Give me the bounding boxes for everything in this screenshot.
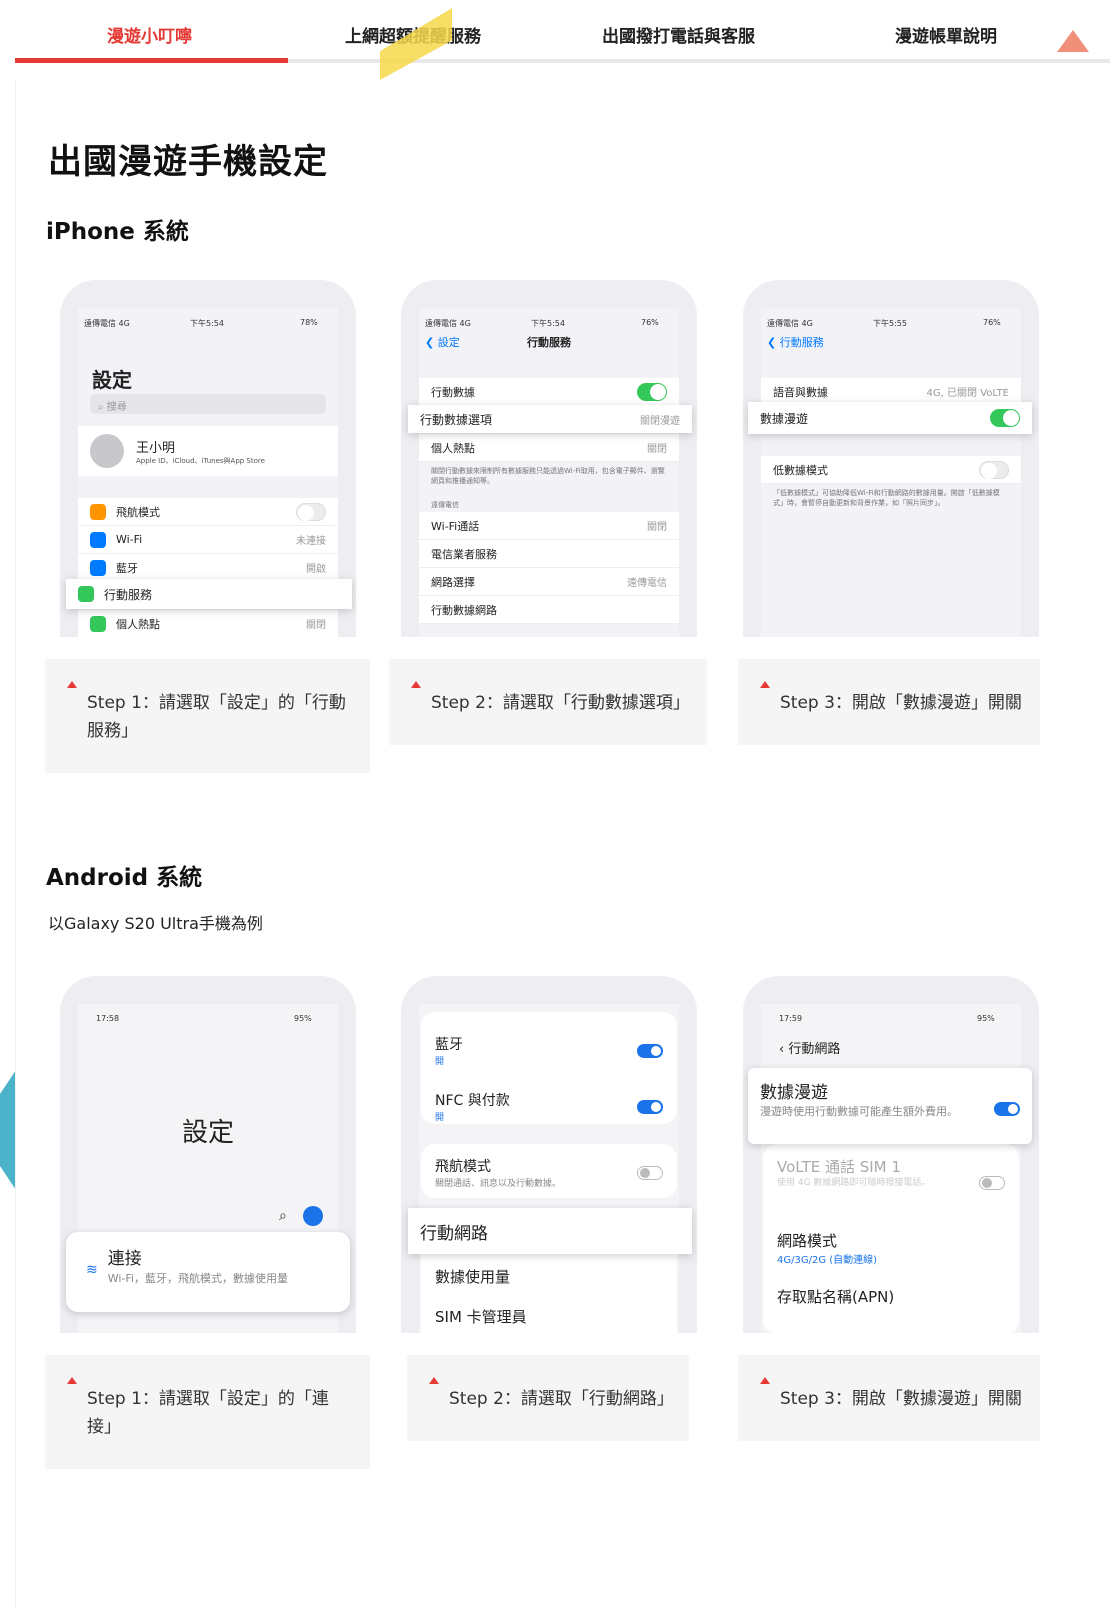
- battery-label: 78%: [300, 318, 318, 327]
- triangle-icon: [411, 681, 421, 688]
- back-button[interactable]: ‹ 行動網路: [779, 1038, 840, 1057]
- row-bluetooth[interactable]: 藍牙開: [435, 1034, 463, 1067]
- android-heading: Android 系統: [46, 865, 203, 891]
- toggle-low-data[interactable]: [979, 460, 1009, 479]
- settings-title: 設定: [92, 368, 132, 392]
- toggle-airplane[interactable]: [296, 502, 326, 521]
- user-sub: Apple ID、iCloud、iTunes與App Store: [136, 456, 265, 465]
- nav-title: 行動服務: [527, 336, 571, 349]
- time-label: 下午5:54: [190, 319, 224, 328]
- triangle-icon: [67, 681, 77, 688]
- battery-label: 76%: [641, 318, 659, 327]
- tab-bar: 漫遊小叮嚀 上網超額提醒服務 出國撥打電話與客服 漫遊帳單說明: [15, 0, 1110, 64]
- triangle-icon: [429, 1377, 439, 1384]
- triangle-icon: [67, 1377, 77, 1384]
- carrier-label: 遠傳電信 4G: [767, 319, 813, 328]
- tab-roaming-tips[interactable]: 漫遊小叮嚀: [107, 22, 192, 47]
- highlight-mobile-networks[interactable]: 行動網路: [408, 1208, 692, 1254]
- page-title: 出國漫遊手機設定: [48, 142, 328, 182]
- back-button[interactable]: ❮ 行動服務: [767, 334, 824, 350]
- caption-step1: Step 1：請選取「設定」的「連接」: [45, 1355, 370, 1469]
- avatar[interactable]: [303, 1206, 323, 1226]
- search-icon[interactable]: ⌕: [279, 1208, 287, 1224]
- time-label: 下午5:54: [531, 319, 565, 328]
- bluetooth-icon: [90, 559, 106, 576]
- toggle-data-roaming[interactable]: [994, 1102, 1020, 1116]
- airplane-icon: [90, 503, 106, 520]
- android-subtitle: 以Galaxy S20 Ultra手機為例: [48, 914, 263, 933]
- wifi-icon: ≋: [86, 1262, 98, 1278]
- caption-step3: Step 3：開啟「數據漫遊」開關: [738, 1355, 1040, 1441]
- row-network-select[interactable]: 網路選擇 遠傳電信: [419, 568, 679, 596]
- scroll-top-icon[interactable]: [1057, 30, 1089, 52]
- row-nfc[interactable]: NFC 與付款開: [435, 1090, 510, 1123]
- row-data-network[interactable]: 行動數據網路: [419, 596, 679, 624]
- iphone-screenshot-2: 遠傳電信 4G 下午5:54 76% ❮ 設定 行動服務 行動數據 個人熱點 關閉…: [401, 280, 697, 637]
- iphone-screenshot-3: 遠傳電信 4G 下午5:55 76% ❮ 行動服務 語音與數據 4G, 已關閉 V…: [743, 280, 1039, 637]
- row-bluetooth[interactable]: 藍牙 開啟: [78, 554, 338, 582]
- caption-step2: Step 2：請選取「行動網路」: [407, 1355, 689, 1441]
- highlight-data-roaming[interactable]: 數據漫遊 漫遊時使用行動數據可能產生額外費用。: [748, 1068, 1032, 1144]
- row-sim-manager[interactable]: SIM 卡管理員: [435, 1306, 527, 1327]
- highlight-cellular-row[interactable]: 行動服務: [66, 579, 352, 609]
- caption-step3: Step 3：開啟「數據漫遊」開關: [738, 659, 1040, 745]
- row-wifi-call[interactable]: Wi-Fi通話 關閉: [419, 512, 679, 540]
- row-hotspot[interactable]: 個人熱點 關閉: [78, 610, 338, 637]
- carrier-label: 遠傳電信 4G: [84, 319, 130, 328]
- hotspot-icon: [90, 615, 106, 632]
- highlight-data-options[interactable]: 行動數據選項 關閉漫遊: [408, 405, 692, 433]
- note-text: 關閉行動數據來限制所有數據服務只能透過Wi-Fi取用，包含電子郵件、瀏覽網頁和推…: [431, 467, 665, 485]
- row-network-mode[interactable]: 網路模式 4G/3G/2G (自動連線): [777, 1230, 877, 1266]
- row-airplane[interactable]: 飛航模式: [78, 498, 338, 526]
- caption-step2: Step 2：請選取「行動數據選項」: [389, 659, 707, 745]
- note-text: 「低數據模式」可協助降低Wi-Fi和行動網路的數據用量。開啟「低數據模式」時，會…: [773, 489, 1000, 507]
- row-apn[interactable]: 存取點名稱(APN): [777, 1286, 894, 1307]
- toggle-bluetooth[interactable]: [637, 1044, 663, 1058]
- android-screenshot-2: 藍牙開 NFC 與付款開 飛航模式 關閉通話、訊息以及行動數據。 數據使用量 SI…: [401, 976, 697, 1333]
- section-label: 遠傳電信: [431, 501, 459, 509]
- row-data-usage[interactable]: 數據使用量: [435, 1266, 510, 1287]
- wifi-icon: [90, 531, 106, 548]
- profile-row[interactable]: 王小明 Apple ID、iCloud、iTunes與App Store: [78, 426, 338, 476]
- user-name: 王小明: [136, 440, 176, 456]
- battery-label: 95%: [294, 1014, 312, 1023]
- search-input[interactable]: ⌕ 搜尋: [90, 394, 326, 414]
- highlight-data-roaming[interactable]: 數據漫遊: [748, 402, 1032, 434]
- avatar: [90, 434, 124, 468]
- iphone-heading: iPhone 系統: [46, 219, 189, 245]
- battery-label: 95%: [977, 1014, 995, 1023]
- time-label: 下午5:55: [873, 319, 907, 328]
- back-button[interactable]: ❮ 設定: [425, 334, 460, 350]
- battery-label: 76%: [983, 318, 1001, 327]
- toggle-data-roaming[interactable]: [990, 409, 1020, 427]
- tab-active-indicator: [15, 58, 288, 63]
- decorative-shape: [0, 1070, 16, 1190]
- caption-step1: Step 1：請選取「設定」的「行動服務」: [45, 659, 370, 773]
- row-carrier-services[interactable]: 電信業者服務: [419, 540, 679, 568]
- triangle-icon: [760, 681, 770, 688]
- row-airplane[interactable]: 飛航模式 關閉通話、訊息以及行動數據。: [435, 1156, 561, 1189]
- carrier-label: 遠傳電信 4G: [425, 319, 471, 328]
- android-screenshot-3: 17:59 95% ‹ 行動網路 VoLTE 通話 SIM 1 使用 4G 數據網…: [743, 976, 1039, 1333]
- row-low-data[interactable]: 低數據模式: [761, 456, 1021, 484]
- toggle-volte[interactable]: [979, 1176, 1005, 1190]
- time-label: 17:58: [96, 1014, 120, 1023]
- highlight-connections[interactable]: ≋ 連接 Wi-Fi，藍牙，飛航模式，數據使用量: [66, 1232, 350, 1312]
- tab-calls-service[interactable]: 出國撥打電話與客服: [602, 22, 755, 47]
- cellular-icon: [78, 586, 94, 602]
- row-hotspot[interactable]: 個人熱點 關閉: [419, 434, 679, 462]
- settings-title: 設定: [181, 1118, 234, 1148]
- tab-billing[interactable]: 漫遊帳單說明: [895, 22, 997, 47]
- row-volte[interactable]: VoLTE 通話 SIM 1 使用 4G 數據網路即可隨時撥接電話。: [777, 1156, 957, 1190]
- triangle-icon: [760, 1377, 770, 1384]
- row-cellular-data[interactable]: 行動數據: [419, 378, 679, 406]
- time-label: 17:59: [779, 1014, 803, 1023]
- row-wifi[interactable]: Wi-Fi 未連接: [78, 526, 338, 554]
- toggle-nfc[interactable]: [637, 1100, 663, 1114]
- toggle-airplane[interactable]: [637, 1166, 663, 1180]
- toggle-cellular-data[interactable]: [637, 382, 667, 401]
